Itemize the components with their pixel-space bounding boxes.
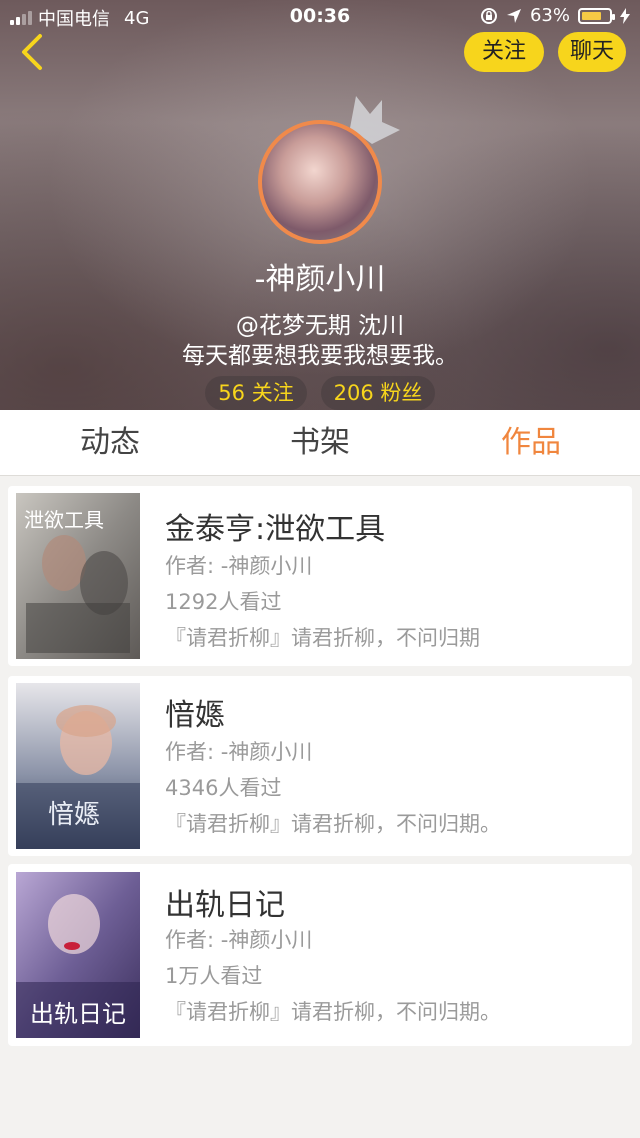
book-cover: 出轨日记 — [16, 872, 140, 1038]
cover-title: 出轨日记 — [30, 1000, 126, 1028]
status-bar: 中国电信 4G 00:36 63% — [0, 0, 640, 32]
work-title: 金泰亨:泄欲工具 — [165, 512, 386, 547]
work-views: 1292人看过 — [165, 590, 282, 614]
rotation-lock-icon — [480, 7, 497, 24]
work-card[interactable]: 泄欲工具 金泰亨:泄欲工具 作者: -神颜小川 1292人看过 『请君折柳』请君… — [8, 486, 632, 666]
fans-count[interactable]: 206 粉丝 — [321, 376, 435, 410]
chevron-left-icon — [22, 34, 42, 70]
work-author: 作者: -神颜小川 — [165, 554, 313, 578]
work-author: 作者: -神颜小川 — [165, 928, 313, 952]
nickname: -神颜小川 — [254, 262, 386, 297]
chat-button[interactable]: 聊天 — [558, 32, 626, 72]
tab-dynamic[interactable]: 动态 — [80, 410, 140, 476]
work-description: 『请君折柳』请君折柳，不问归期 — [165, 626, 480, 650]
cover-title: 泄欲工具 — [24, 508, 104, 532]
profile-header: 中国电信 4G 00:36 63% 关注 聊天 -神颜小川 @花梦无期 沈川 每… — [0, 0, 640, 410]
book-cover: 泄欲工具 — [16, 493, 140, 659]
tab-bookshelf[interactable]: 书架 — [290, 410, 350, 476]
work-author: 作者: -神颜小川 — [165, 740, 313, 764]
location-arrow-icon — [506, 8, 521, 23]
avatar[interactable] — [258, 120, 382, 244]
work-views: 1万人看过 — [165, 964, 263, 988]
work-views: 4346人看过 — [165, 776, 282, 800]
book-cover: 愔嫕 — [16, 683, 140, 849]
battery-icon — [578, 7, 615, 24]
tab-works[interactable]: 作品 — [501, 410, 561, 476]
bio: 每天都要想我要我想要我。 — [182, 343, 458, 369]
handle: @花梦无期 沈川 — [235, 313, 405, 339]
tab-bar: 动态 书架 作品 — [0, 410, 640, 476]
follow-button[interactable]: 关注 — [464, 32, 544, 72]
following-count[interactable]: 56 关注 — [205, 376, 307, 410]
work-card[interactable]: 出轨日记 出轨日记 作者: -神颜小川 1万人看过 『请君折柳』请君折柳，不问归… — [8, 864, 632, 1046]
work-card[interactable]: 愔嫕 愔嫕 作者: -神颜小川 4346人看过 『请君折柳』请君折柳，不问归期。 — [8, 676, 632, 856]
work-title: 愔嫕 — [165, 698, 225, 733]
work-title: 出轨日记 — [165, 888, 285, 923]
cover-title: 愔嫕 — [48, 800, 100, 830]
work-description: 『请君折柳』请君折柳，不问归期。 — [165, 812, 501, 836]
battery-percent: 63% — [529, 5, 570, 26]
charging-bolt-icon — [620, 7, 630, 24]
work-description: 『请君折柳』请君折柳，不问归期。 — [165, 1000, 501, 1024]
back-button[interactable] — [14, 30, 54, 74]
